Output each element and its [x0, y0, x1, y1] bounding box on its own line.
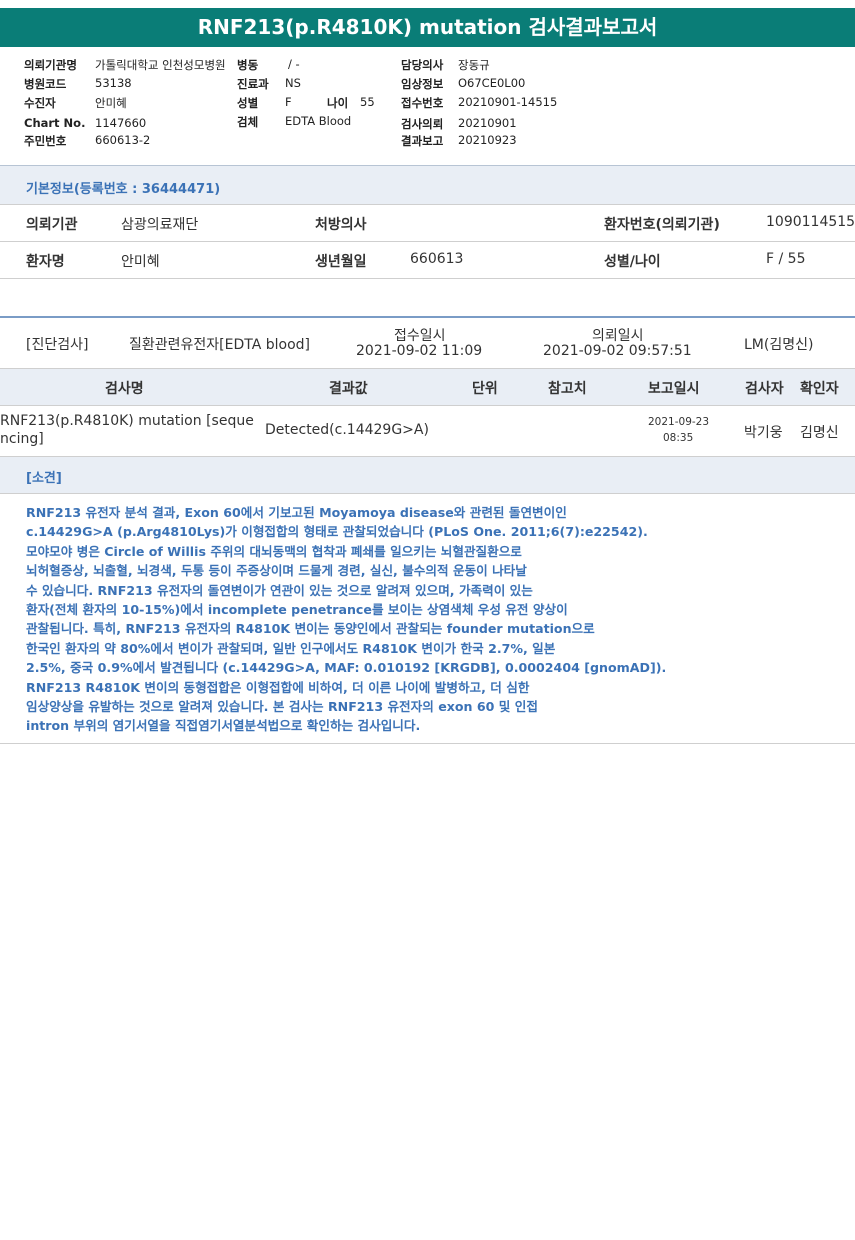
header-label-department: 진료과	[237, 77, 269, 91]
header-value-resident-no: 660613-2	[95, 133, 151, 147]
value-sex-age: F / 55	[766, 251, 806, 267]
order-category: [진단검사]	[26, 337, 89, 353]
opinion-title: [소견]	[26, 471, 62, 486]
divider	[0, 204, 855, 205]
header-label-hospital-code: 병원코드	[24, 77, 67, 91]
divider	[0, 493, 855, 494]
opinion-line: intron 부위의 염기서열을 직접염기서열분석법으로 확인하는 검사입니다.	[26, 718, 421, 734]
divider	[0, 316, 855, 318]
requested-label: 의뢰일시	[592, 328, 644, 344]
header-label-age: 나이	[327, 96, 349, 110]
divider	[0, 278, 855, 279]
header-value-request-date: 20210901	[458, 116, 517, 130]
lab-name: LM(김명신)	[744, 337, 814, 353]
header-value-institution: 가톨릭대학교 인천성모병원	[95, 58, 226, 72]
divider	[0, 405, 855, 406]
received-datetime: 2021-09-02 11:09	[356, 343, 483, 359]
header-value-physician: 장동규	[458, 58, 490, 72]
opinion-line: 임상양상을 유발하는 것으로 알려져 있습니다. 본 검사는 RNF213 유전…	[26, 699, 538, 715]
header-value-hospital-code: 53138	[95, 76, 132, 90]
opinion-text: RNF213 유전자 분석 결과, Exon 60에서 기보고된 Moyamoy…	[26, 503, 846, 736]
header-label-report-date: 결과보고	[401, 134, 444, 148]
header-label-request-date: 검사의뢰	[401, 117, 444, 131]
header-label-clinical-info: 임상정보	[401, 77, 444, 91]
result-test-name-line1: RNF213(p.R4810K) mutation [seque	[0, 413, 254, 429]
label-patient-name: 환자명	[26, 254, 65, 270]
result-value: Detected(c.14429G>A)	[265, 422, 429, 438]
header-value-specimen: EDTA Blood	[285, 114, 352, 128]
value-requesting-institution: 삼광의료재단	[121, 217, 199, 233]
opinion-line: 뇌허혈증상, 뇌출혈, 뇌경색, 두통 등이 주증상이며 드물게 경련, 실신,…	[26, 563, 527, 579]
header-value-sex: F	[285, 95, 292, 109]
opinion-line: 환자(전체 환자의 10-15%)에서 incomplete penetranc…	[26, 602, 568, 618]
opinion-line: 2.5%, 중국 0.9%에서 발견됩니다 (c.14429G>A, MAF: …	[26, 660, 667, 676]
opinion-header-band	[0, 457, 855, 493]
value-birth-date: 660613	[410, 251, 464, 267]
header-label-institution: 의뢰기관명	[24, 58, 77, 72]
value-patient-number: 1090114515	[766, 214, 855, 230]
label-patient-number: 환자번호(의뢰기관)	[604, 217, 720, 233]
header-value-ward: / -	[288, 57, 300, 71]
opinion-line: 한국인 환자의 약 80%에서 변이가 관찰되며, 일반 인구에서도 R4810…	[26, 640, 556, 656]
opinion-line: c.14429G>A (p.Arg4810Lys)가 이형접합의 형태로 관찰되…	[26, 524, 648, 540]
header-label-chart-no: Chart No.	[24, 116, 86, 130]
header-label-specimen: 검체	[237, 115, 259, 129]
result-report-date: 2021-09-23	[648, 416, 710, 428]
header-value-report-date: 20210923	[458, 133, 517, 147]
header-label-physician: 담당의사	[401, 58, 444, 72]
column-header-report-date: 보고일시	[648, 381, 700, 397]
opinion-line: 수 있습니다. RNF213 유전자의 돌연변이가 연관이 있는 것으로 알려져…	[26, 582, 533, 598]
column-header-result: 결과값	[329, 381, 368, 397]
column-header-tester: 검사자	[745, 381, 784, 397]
value-patient-name: 안미혜	[121, 254, 160, 270]
divider	[0, 743, 855, 744]
result-report-time: 08:35	[663, 432, 694, 444]
opinion-line: RNF213 유전자 분석 결과, Exon 60에서 기보고된 Moyamoy…	[26, 505, 567, 520]
label-birth-date: 생년월일	[315, 254, 367, 270]
basic-info-title: 기본정보(등록번호 : 36444471)	[26, 182, 221, 197]
received-label: 접수일시	[394, 328, 446, 344]
header-value-receipt-no: 20210901-14515	[458, 95, 558, 109]
header-label-patient: 수진자	[24, 96, 56, 110]
column-header-confirmer: 확인자	[800, 381, 839, 397]
header-value-chart-no: 1147660	[95, 116, 147, 130]
opinion-line: RNF213 R4810K 변이의 동형접합은 이형접합에 비하여, 더 이른 …	[26, 679, 530, 695]
label-sex-age: 성별/나이	[604, 254, 661, 270]
label-prescribing-physician: 처방의사	[315, 217, 367, 233]
header-label-receipt-no: 접수번호	[401, 96, 444, 110]
header-label-sex: 성별	[237, 96, 259, 110]
result-confirmer: 김명신	[800, 425, 839, 441]
column-header-test-name: 검사명	[105, 381, 144, 397]
result-tester: 박기웅	[744, 425, 783, 441]
order-name: 질환관련유전자[EDTA blood]	[129, 337, 310, 353]
column-header-reference: 참고치	[548, 381, 587, 397]
header-value-patient: 안미혜	[95, 96, 127, 110]
header-value-clinical-info: O67CE0L00	[458, 76, 526, 90]
label-requesting-institution: 의뢰기관	[26, 217, 78, 233]
header-value-age: 55	[360, 95, 375, 109]
opinion-line: 관찰됩니다. 특히, RNF213 유전자의 R4810K 변이는 동양인에서 …	[26, 621, 595, 637]
opinion-line: 모야모야 병은 Circle of Willis 주위의 대뇌동맥의 협착과 폐…	[26, 543, 522, 559]
header-label-resident-no: 주민번호	[24, 134, 67, 148]
column-header-unit: 단위	[472, 381, 498, 397]
result-test-name-line2: ncing]	[0, 431, 44, 447]
divider	[0, 241, 855, 242]
header-value-department: NS	[285, 76, 301, 90]
requested-datetime: 2021-09-02 09:57:51	[543, 343, 692, 359]
header-label-ward: 병동	[237, 58, 259, 72]
report-title: RNF213(p.R4810K) mutation 검사결과보고서	[0, 8, 855, 47]
